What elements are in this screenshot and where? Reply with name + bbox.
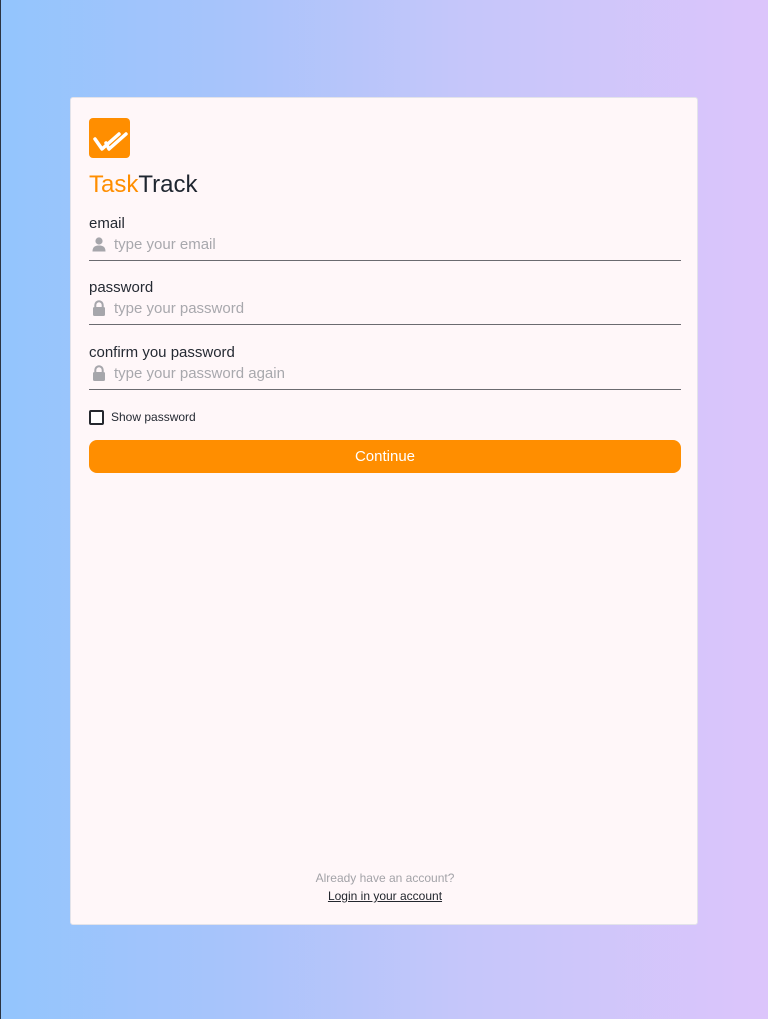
- app-name: TaskTrack: [89, 170, 197, 200]
- app-logo: [89, 118, 130, 158]
- email-input[interactable]: [114, 233, 674, 255]
- window-edge: [0, 0, 1, 1019]
- confirm-password-label: confirm you password: [89, 344, 235, 361]
- show-password-checkbox[interactable]: [89, 409, 104, 425]
- password-underline: [89, 324, 681, 325]
- email-underline: [89, 260, 681, 261]
- have-account-text: Already have an account?: [315, 871, 455, 885]
- password-input[interactable]: [114, 297, 674, 319]
- password-label: password: [89, 279, 154, 296]
- app-name-part1: Task: [89, 171, 139, 198]
- continue-button[interactable]: Continue: [89, 440, 681, 473]
- signup-card: TaskTrack email password confirm you pas…: [70, 97, 698, 925]
- show-password-label: Show password: [111, 410, 196, 424]
- user-icon: [92, 237, 106, 252]
- password-field: password: [89, 279, 681, 327]
- double-check-icon: [92, 132, 128, 151]
- login-link-wrapper: Login in your account: [71, 889, 699, 903]
- login-link[interactable]: Login in your account: [328, 889, 442, 903]
- lock-icon: [93, 300, 105, 316]
- confirm-password-field: confirm you password: [89, 344, 681, 392]
- show-password-toggle[interactable]: Show password: [89, 409, 196, 425]
- app-name-part2: Track: [138, 171, 198, 198]
- email-label: email: [89, 215, 125, 232]
- confirm-password-input[interactable]: [114, 362, 674, 384]
- email-field: email: [89, 215, 681, 263]
- confirm-password-underline: [89, 389, 681, 390]
- lock-icon: [93, 365, 105, 381]
